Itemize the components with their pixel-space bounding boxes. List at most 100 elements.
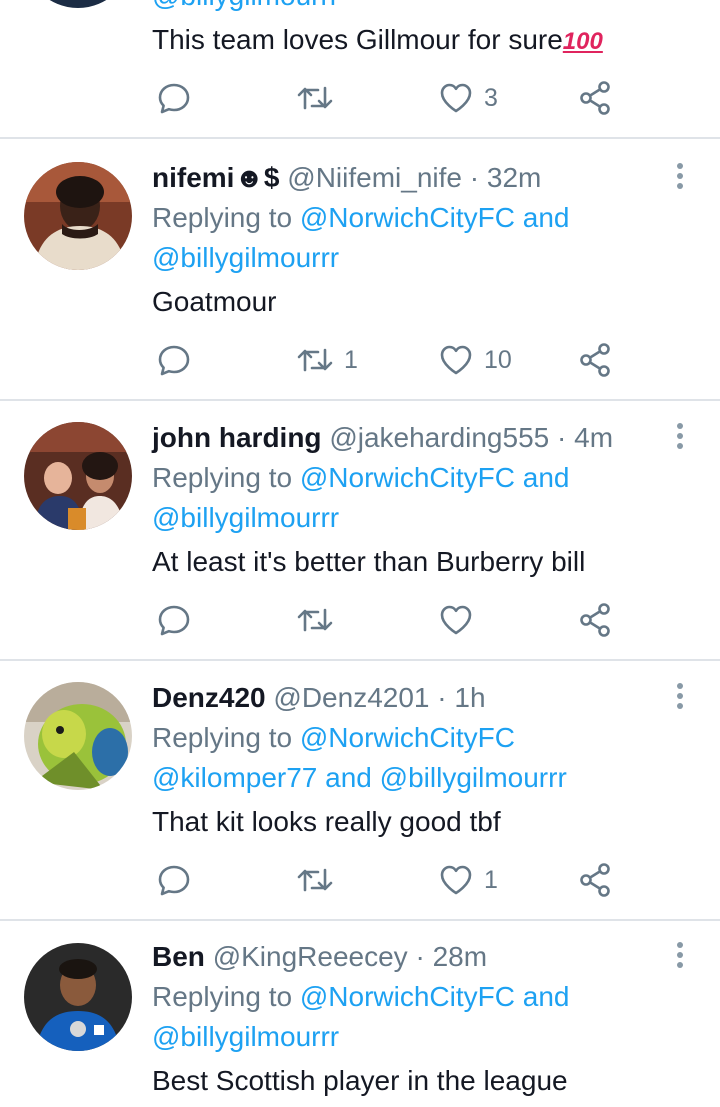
reply-icon <box>158 83 190 114</box>
user-name[interactable]: Denz420 <box>152 682 266 713</box>
like-button[interactable] <box>438 600 474 640</box>
heart-icon <box>440 605 472 635</box>
divider <box>0 399 720 401</box>
reply-icon <box>158 865 190 896</box>
more-vertical-icon <box>677 942 683 968</box>
more-vertical-icon <box>677 423 683 449</box>
share-icon <box>580 863 610 897</box>
tweet-header: john harding @jakeharding555 · 4m <box>152 420 613 456</box>
reply-button[interactable] <box>156 78 192 118</box>
like-button[interactable]: 1 <box>438 860 498 900</box>
and-text: and <box>522 202 570 233</box>
like-count: 10 <box>484 345 512 374</box>
user-name[interactable]: Ben <box>152 941 205 972</box>
tweet-actions: 3 <box>152 78 712 118</box>
timestamp: 1h <box>454 682 486 713</box>
separator-dot: · <box>469 162 480 193</box>
replying-to: Replying to @NorwichCityFC and <box>152 977 569 1017</box>
replying-to: Replying to @NorwichCityFC <box>152 718 515 758</box>
more-options-button[interactable] <box>664 160 696 196</box>
avatar[interactable] <box>24 0 132 8</box>
heart-icon <box>440 83 472 113</box>
reply-button[interactable] <box>156 860 192 900</box>
divider <box>0 137 720 139</box>
mention-link[interactable]: @billygilmourrr <box>152 242 339 273</box>
replying-to-line2: @billygilmourrr <box>152 1017 339 1057</box>
share-button[interactable] <box>578 340 612 380</box>
more-options-button[interactable] <box>664 939 696 975</box>
heart-icon <box>440 865 472 895</box>
reply-button[interactable] <box>156 600 192 640</box>
share-button[interactable] <box>578 860 612 900</box>
divider <box>0 659 720 661</box>
tweet-text: At least it's better than Burberry bill <box>152 546 586 577</box>
mention-link[interactable]: @NorwichCityFC <box>300 722 515 753</box>
replying-prefix: Replying to <box>152 202 293 233</box>
retweet-icon <box>297 348 333 372</box>
and-text: and <box>325 762 372 793</box>
share-button[interactable] <box>578 600 612 640</box>
mention-link[interactable]: @NorwichCityFC <box>300 202 515 233</box>
more-vertical-icon <box>677 163 683 189</box>
share-icon <box>580 603 610 637</box>
like-count: 1 <box>484 865 498 894</box>
replying-to-line2: @billygilmourrr <box>152 238 339 278</box>
tweet-actions: 1 10 <box>152 340 712 380</box>
user-handle[interactable]: @Niifemi_nife <box>287 162 462 193</box>
avatar[interactable] <box>24 422 132 530</box>
tweet-actions: 1 <box>152 860 712 900</box>
retweet-icon <box>297 86 333 110</box>
tweet-text: Best Scottish player in the league <box>152 1065 568 1096</box>
separator-dot: · <box>437 682 447 713</box>
share-button[interactable] <box>578 78 612 118</box>
tweet-text: Goatmour <box>152 286 277 317</box>
like-button[interactable]: 3 <box>438 78 498 118</box>
replying-prefix: Replying to <box>152 722 293 753</box>
replying-to-line2: @billygilmourrr <box>152 498 339 538</box>
reply-button[interactable] <box>156 340 192 380</box>
more-options-button[interactable] <box>664 680 696 716</box>
separator-dot: · <box>557 422 567 453</box>
retweet-icon <box>297 608 333 632</box>
timestamp: 4m <box>574 422 614 453</box>
mention-link[interactable]: @billygilmourrr <box>152 1021 339 1052</box>
mention-link[interactable]: @kilomper77 <box>152 762 317 793</box>
avatar[interactable] <box>24 682 132 790</box>
mention-link[interactable]: @billygilmourrr <box>152 502 339 533</box>
mention-link[interactable]: @NorwichCityFC <box>300 462 515 493</box>
replying-to: Replying to @NorwichCityFC and <box>152 458 569 498</box>
tweet-header: Ben @KingReeecey · 28m <box>152 939 487 975</box>
and-text: and <box>522 462 570 493</box>
divider <box>0 919 720 921</box>
retweet-button[interactable]: 1 <box>296 340 358 380</box>
user-handle[interactable]: @jakeharding555 <box>329 422 549 453</box>
avatar[interactable] <box>24 943 132 1051</box>
separator-dot: · <box>415 941 425 972</box>
more-options-button[interactable] <box>664 420 696 456</box>
mention-link[interactable]: @NorwichCityFC <box>300 981 515 1012</box>
avatar[interactable] <box>24 162 132 270</box>
replying-to-line2: @kilomper77 and @billygilmourrr <box>152 758 567 798</box>
retweet-button[interactable] <box>296 600 334 640</box>
like-button[interactable]: 10 <box>438 340 512 380</box>
timestamp: 32m <box>486 162 542 193</box>
user-handle[interactable]: @KingReeecey <box>213 941 408 972</box>
retweet-count: 1 <box>344 345 358 374</box>
mention-link[interactable]: @billygilmourrr <box>380 762 567 793</box>
user-name[interactable]: nifemi☻$ <box>152 162 280 193</box>
reply-icon <box>158 605 190 636</box>
share-icon <box>580 343 610 377</box>
tweet-actions <box>152 600 712 640</box>
retweet-icon <box>297 868 333 892</box>
hundred-points-emoji: 100 <box>562 28 603 55</box>
and-text: and <box>522 981 570 1012</box>
user-name[interactable]: john harding <box>152 422 322 453</box>
retweet-button[interactable] <box>296 860 334 900</box>
tweet-text-body: This team loves Gillmour for sure <box>152 24 563 55</box>
tweet-header: nifemi☻$ @Niifemi_nife · 32m <box>152 160 541 196</box>
tweet-text: That kit looks really good tbf <box>152 806 501 837</box>
user-handle[interactable]: @Denz4201 <box>273 682 429 713</box>
more-vertical-icon <box>677 683 683 709</box>
tweet-text: This team loves Gillmour for sure100 <box>152 22 603 60</box>
retweet-button[interactable] <box>296 78 334 118</box>
